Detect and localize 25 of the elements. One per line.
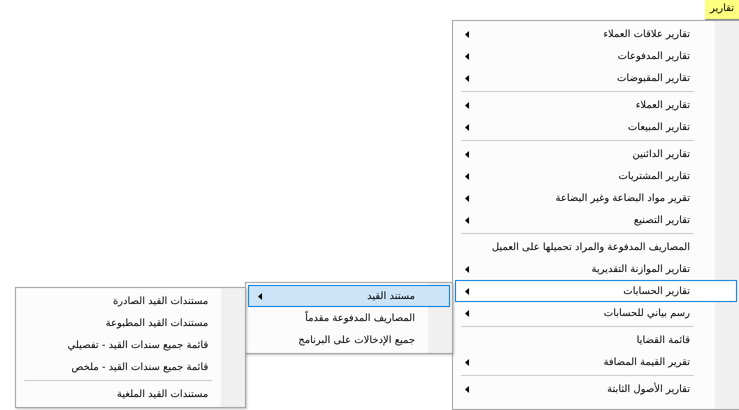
menu-item[interactable]: قائمة جميع سندات القيد - تفصيلي [18, 334, 244, 356]
menu-item[interactable]: مستندات القيد المطبوعة [18, 312, 244, 334]
menu-item[interactable]: رسم بياني للحسابات [455, 302, 737, 324]
menu-item[interactable]: تقارير المشتريات [455, 165, 737, 187]
menu-item[interactable]: تقارير العملاء [455, 94, 737, 116]
menu-item[interactable]: تقارير الموازنة التقديرية [455, 258, 737, 280]
menu-item[interactable]: قائمة جميع سندات القيد - ملخص [18, 356, 244, 378]
menu-item[interactable]: تقارير الأصول الثابتة [455, 378, 737, 400]
menu-item[interactable]: تقارير التصنيع [455, 209, 737, 231]
menu-item[interactable]: المصاريف المدفوعة والمراد تحميلها على العميل [455, 236, 737, 258]
menu-item[interactable]: تقارير الحسابات [455, 280, 737, 302]
menu-item[interactable]: تقارير الدائنين [455, 143, 737, 165]
menu-item[interactable]: تقارير المدفوعات [455, 45, 737, 67]
menu-item[interactable]: المصاريف المدفوعة مقدماً [248, 307, 450, 329]
menu-item[interactable]: تقارير المبيعات [455, 116, 737, 138]
menu-item[interactable]: مستندات القيد الملغية [18, 383, 244, 405]
menu-item[interactable]: قائمة القضايا [455, 329, 737, 351]
menu-item[interactable]: تقارير المقبوضات [455, 67, 737, 89]
menu-item[interactable]: تقرير القيمة المضافة [455, 351, 737, 373]
menu-item[interactable]: تقرير مواد البضاعة وغير البضاعة [455, 187, 737, 209]
menu-item[interactable]: جميع الإدخالات على البرنامج [248, 329, 450, 351]
menu-item[interactable]: مستند القيد [248, 285, 450, 307]
menu-item[interactable]: تقارير علاقات العملاء [455, 23, 737, 45]
menu-item[interactable]: مستندات القيد الصادرة [18, 290, 244, 312]
menu-bar-item[interactable]: تقارير [704, 0, 739, 20]
